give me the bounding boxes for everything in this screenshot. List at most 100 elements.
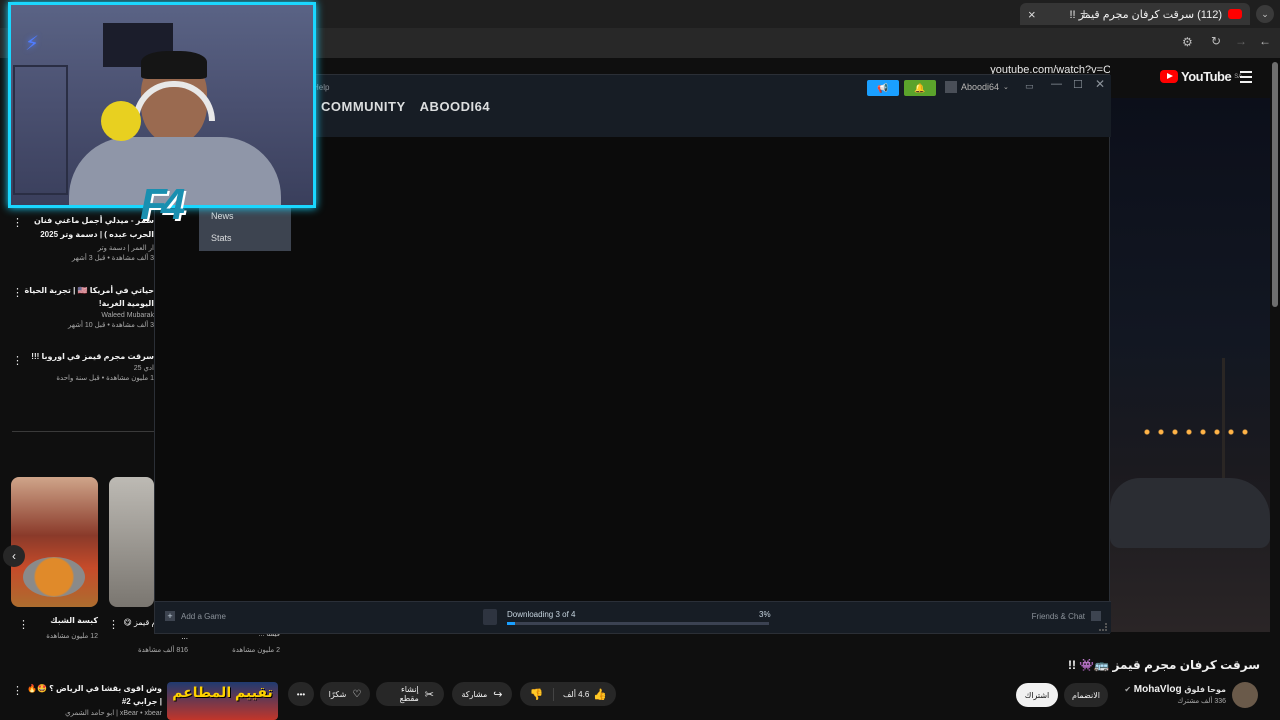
verified-icon: ✔	[1124, 685, 1132, 694]
steam-footer: + Add a Game Downloading 3 of 4 3% Frien…	[155, 601, 1111, 633]
tab-list-chevron-icon[interactable]: ⌄	[1256, 5, 1274, 23]
plus-icon: +	[165, 611, 175, 621]
page-scrollbar[interactable]	[1272, 62, 1278, 307]
add-game-label: Add a Game	[181, 611, 226, 621]
short-1-views: 12 مليون مشاهدة	[46, 633, 98, 640]
channel-info[interactable]: موحا فلوق MohaVlog ✔ 336 ألف مشترك	[1124, 684, 1226, 705]
megaphone-icon: 📢	[877, 82, 889, 93]
video-1-menu-icon[interactable]: ⋮	[12, 216, 23, 229]
notifications-button[interactable]: 🔔	[904, 80, 936, 96]
join-button[interactable]: الانضمام	[1064, 683, 1108, 707]
video-channel: ار العمر | دسمة وتر	[97, 245, 154, 252]
youtube-logo-text: YouTube	[1181, 69, 1232, 84]
related-thumbnail[interactable]: تقييم المطاعم	[167, 682, 278, 720]
maximize-icon[interactable]: ☐	[1073, 78, 1083, 91]
dislike-button[interactable]: 👎	[520, 687, 554, 701]
dropdown-item-news[interactable]: News	[199, 205, 291, 227]
shelf	[13, 65, 68, 195]
user-avatar	[945, 81, 957, 93]
big-picture-icon[interactable]: ▭	[1025, 81, 1034, 92]
channel-avatar[interactable]	[1232, 682, 1258, 708]
youtube-play-icon	[1160, 70, 1178, 83]
short-card-1[interactable]	[11, 477, 98, 607]
thanks-button[interactable]: ♡ شكرًا	[320, 682, 370, 706]
webcam-overlay: ⚡	[8, 2, 316, 208]
clip-label: إنشاء مقطع	[399, 685, 419, 703]
dropdown-item-stats[interactable]: Stats	[199, 227, 291, 249]
browser-tab-youtube[interactable]: (112) سرقت كرفان مجرم قيمز !! ×	[1020, 3, 1250, 25]
account-menu[interactable]: Aboodi64 ⌄	[945, 81, 1009, 93]
community-dropdown: News Stats	[199, 205, 291, 251]
video-title: سمر - ميدلي أجمل ماغني فنان الحرب عبده )…	[33, 216, 154, 239]
video-player[interactable]	[1110, 98, 1270, 632]
short-2-menu-icon[interactable]: ⋮	[108, 618, 119, 631]
site-settings-icon[interactable]: ⚙	[1182, 35, 1193, 49]
subscribe-label: اشتراك	[1024, 690, 1050, 700]
like-button[interactable]: 👍 4.6 ألف	[554, 688, 616, 701]
sidebar-video-4[interactable]: وش اقوى بقشا في الرياض ؟ 🤩🔥 | جرابي 2# x…	[24, 682, 162, 717]
sidebar-video-3[interactable]: سرقت مجرم قيمز في اوروبا !!! ادي 25 1 مل…	[24, 352, 154, 382]
nav-community[interactable]: COMMUNITY	[321, 99, 406, 114]
like-count: 4.6 ألف	[563, 689, 590, 699]
channel-tag: موحا فلوق	[1184, 685, 1226, 694]
thanks-icon: ♡	[352, 688, 362, 700]
download-status[interactable]: Downloading 3 of 4 3%	[483, 608, 783, 628]
like-dislike-group: 👎 👍 4.6 ألف	[520, 682, 616, 706]
forward-icon[interactable]: →	[1235, 34, 1247, 48]
video-2-menu-icon[interactable]: ⋮	[12, 286, 23, 299]
video-title: سرقت مجرم قيمز في اوروبا !!!	[31, 352, 154, 361]
video-title: وش اقوى بقشا في الرياض ؟ 🤩🔥 | جرابي 2#	[27, 684, 162, 706]
subscriber-count: 336 ألف مشترك	[1177, 698, 1226, 705]
chevron-down-icon: ⌄	[1003, 84, 1009, 91]
video-title: حياتي في أمريكا 🇺🇸 | تجربة الحياة اليومي…	[24, 286, 154, 308]
more-actions-icon: •••	[296, 689, 306, 699]
video-4-menu-icon[interactable]: ⋮	[12, 684, 23, 697]
nav-profile[interactable]: ABOODI64	[420, 99, 490, 114]
more-actions-button[interactable]: •••	[288, 682, 314, 706]
download-progress-fill	[507, 622, 515, 625]
section-divider	[12, 431, 154, 432]
subscribe-button[interactable]: اشتراك	[1016, 683, 1058, 707]
lightning-icon: ⚡	[25, 33, 40, 55]
steam-nav: COMMUNITY ABOODI64	[321, 99, 490, 114]
channel-name[interactable]: MohaVlog	[1134, 684, 1182, 695]
youtube-header: YouTube SA	[1110, 58, 1280, 98]
reload-icon[interactable]: ↻	[1211, 34, 1221, 48]
carousel-prev-button[interactable]: ‹	[3, 545, 25, 567]
join-label: الانضمام	[1072, 690, 1100, 700]
tab-title: (112) سرقت كرفان مجرم قيمز !!	[1069, 8, 1223, 21]
clip-button[interactable]: ✂ إنشاء مقطع	[376, 682, 444, 706]
short-card-2[interactable]	[109, 477, 154, 607]
share-button[interactable]: ↪ مشاركة	[452, 682, 512, 706]
add-game-button[interactable]: + Add a Game	[165, 611, 226, 621]
friends-label: Friends & Chat	[1031, 611, 1085, 621]
video-channel: ادي 25	[133, 365, 154, 372]
video-meta: 3 ألف مشاهدة • قبل 10 أشهر	[68, 322, 154, 329]
food-pot	[23, 557, 85, 597]
resize-grip-icon[interactable]	[1099, 623, 1107, 631]
video-channel: Waleed Mubarak	[101, 312, 154, 319]
new-tab-button[interactable]: +	[1080, 5, 1088, 21]
close-tab-icon[interactable]: ×	[1028, 7, 1036, 22]
short-1-menu-icon[interactable]: ⋮	[18, 618, 29, 631]
back-icon[interactable]: ←	[1259, 34, 1271, 48]
announcement-button[interactable]: 📢	[867, 80, 899, 96]
youtube-logo[interactable]: YouTube SA	[1160, 69, 1242, 84]
person-hair	[141, 51, 207, 79]
short-3-views: 2 مليون مشاهدة	[232, 647, 280, 654]
sidebar-video-1[interactable]: سمر - ميدلي أجمل ماغني فنان الحرب عبده )…	[24, 214, 154, 262]
chair-yellow	[101, 101, 141, 141]
video-channel: xBear • xbear | ابو حامد الشمري	[65, 710, 162, 717]
menu-icon[interactable]	[1240, 71, 1252, 83]
close-icon[interactable]: ✕	[1095, 77, 1105, 91]
thumbnail-overlay-text: تقييم المطاعم	[172, 684, 273, 700]
minimize-icon[interactable]: —	[1051, 78, 1062, 90]
bell-icon: 🔔	[914, 82, 926, 93]
video-3-menu-icon[interactable]: ⋮	[12, 354, 23, 367]
username: Aboodi64	[961, 82, 1000, 92]
friends-icon	[1091, 611, 1101, 621]
sidebar-video-2[interactable]: حياتي في أمريكا 🇺🇸 | تجربة الحياة اليومي…	[24, 284, 154, 329]
friends-chat-button[interactable]: Friends & Chat	[1032, 611, 1101, 621]
download-label: Downloading 3 of 4	[507, 610, 576, 619]
street-lights	[1140, 428, 1250, 436]
